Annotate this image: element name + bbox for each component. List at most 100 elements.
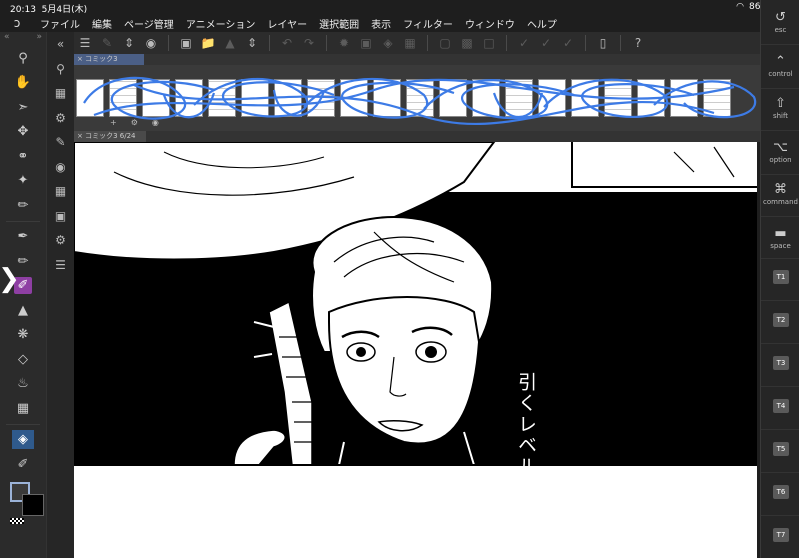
sidebar-toggle-icon[interactable]: ❯ (0, 248, 20, 310)
esc-key[interactable]: ↺ esc (761, 10, 799, 34)
canvas-tab-label: コミック3 6/24 (85, 132, 136, 140)
menu-animation[interactable]: アニメーション (180, 16, 262, 31)
help-icon[interactable]: ? (627, 33, 649, 53)
close-icon[interactable]: × (77, 55, 83, 63)
hand-tool-icon[interactable]: ✋ (0, 71, 46, 96)
layer-search-icon[interactable]: ⚙ (47, 228, 74, 253)
brush-size-icon[interactable]: ✎ (47, 130, 74, 155)
collapse-icon[interactable]: « (4, 32, 10, 46)
menu-page-management[interactable]: ページ管理 (118, 16, 180, 31)
hamburger-menu-icon[interactable]: ☰ (74, 33, 96, 53)
t5-key[interactable]: T5 (773, 442, 789, 456)
transform-icon[interactable]: ▦ (399, 33, 421, 53)
eyedropper-icon[interactable]: ✏ (0, 193, 46, 218)
check-layer-icon[interactable]: ✓ (557, 33, 579, 53)
command-toolbar: ☰ ✎ ⇕ ◉ ▣ 📁 ▲ ⇕ ↶ ↷ ✹ ▣ ◈ ▦ ▢ ▩ □ ✓ ✓ ✓ … (74, 32, 760, 54)
menu-file[interactable]: ファイル (34, 16, 86, 31)
t2-key[interactable]: T2 (773, 313, 789, 327)
navigator-icon[interactable]: ⚲ (47, 57, 74, 82)
move-layer-icon[interactable]: ✥ (0, 120, 46, 145)
shift-label: shift (772, 112, 789, 120)
loading-icon[interactable]: ✹ (333, 33, 355, 53)
invert-selection-icon[interactable]: ▩ (456, 33, 478, 53)
page-manager-tab[interactable]: × コミック3 (74, 54, 760, 65)
color-wheel-icon[interactable]: ◉ (47, 155, 74, 180)
chevron-up-icon: ⌃ (775, 54, 786, 69)
shift-arrow-icon: ⇧ (775, 96, 786, 111)
command-icon: ⌘ (774, 182, 787, 197)
control-key[interactable]: ⌃ control (761, 54, 799, 78)
layer-property-icon[interactable]: ▦ (47, 81, 74, 106)
sub-color-swatch[interactable] (22, 494, 44, 516)
new-icon[interactable]: ✎ (96, 33, 118, 53)
sort-icon[interactable]: ⇕ (241, 33, 263, 53)
open-folder-icon[interactable]: 📁 (197, 33, 219, 53)
t7-key[interactable]: T7 (773, 528, 789, 542)
undo-icon[interactable]: ↶ (276, 33, 298, 53)
canvas-tab[interactable]: × コミック3 6/24 (74, 131, 146, 142)
menu-help[interactable]: ヘルプ (521, 16, 563, 31)
save-icon[interactable]: ▲ (219, 33, 241, 53)
edge-keyboard: ↺ esc ⌃ control ⇧ shift ⌥ option ⌘ command ▬ s… (760, 0, 799, 558)
option-key[interactable]: ⌥ option (761, 140, 799, 164)
blend-icon[interactable]: ♨ (0, 372, 46, 397)
vector-icon[interactable]: ✐ (0, 452, 46, 477)
control-label: control (768, 70, 793, 78)
material-icon[interactable]: ▣ (47, 204, 74, 229)
clip-studio-icon[interactable]: ◉ (140, 33, 162, 53)
fill-icon[interactable]: ◈ (377, 33, 399, 53)
space-key[interactable]: ▬ space (761, 226, 799, 250)
toolbar-divider (620, 35, 621, 51)
layers-icon[interactable]: ☰ (47, 253, 74, 278)
crop-icon[interactable]: □ (478, 33, 500, 53)
color-set-icon[interactable]: ▦ (47, 179, 74, 204)
checkmark-icon[interactable]: ✓ (513, 33, 535, 53)
t4-key[interactable]: T4 (773, 399, 789, 413)
fill-tool-icon[interactable]: ◈ (0, 428, 46, 453)
menu-edit[interactable]: 編集 (86, 16, 118, 31)
command-key[interactable]: ⌘ command (761, 182, 799, 206)
lasso-icon[interactable]: ⚭ (0, 144, 46, 169)
transparent-color-swatch[interactable] (10, 518, 24, 524)
cmd-divider (761, 44, 799, 45)
menu-view[interactable]: 表示 (365, 16, 397, 31)
palette-collapse-icon[interactable]: « (47, 32, 74, 57)
shift-key[interactable]: ⇧ shift (761, 96, 799, 120)
menu-layer[interactable]: レイヤー (261, 16, 313, 31)
redo-icon[interactable]: ↷ (298, 33, 320, 53)
operation-tool-icon[interactable]: ➣ (0, 95, 46, 120)
color-swatches[interactable] (10, 482, 44, 524)
add-page-icon[interactable]: ▣ (175, 33, 197, 53)
drawing-canvas[interactable]: 引くレベル (74, 142, 757, 558)
clip-studio-logo-icon[interactable]: ↄ (0, 16, 34, 30)
menu-selection[interactable]: 選択範囲 (313, 16, 365, 31)
zoom-tool-icon[interactable]: ⚲ (0, 46, 46, 71)
cmd-divider (761, 216, 799, 217)
frame-icon[interactable]: ▦ (0, 396, 46, 421)
cmd-divider (761, 88, 799, 89)
close-icon[interactable]: × (77, 132, 83, 140)
clear-icon[interactable]: ▣ (355, 33, 377, 53)
t3-key[interactable]: T3 (773, 356, 789, 370)
option-icon: ⌥ (773, 140, 788, 155)
fill-active-indicator: ◈ (12, 430, 34, 450)
magic-wand-icon[interactable]: ✦ (0, 169, 46, 194)
decoration-icon[interactable]: ❋ (0, 323, 46, 348)
tool-divider (6, 423, 40, 425)
escape-icon: ↺ (775, 10, 786, 25)
menu-filter[interactable]: フィルター (397, 16, 459, 31)
cmd-divider (761, 300, 799, 301)
expand-icon[interactable]: » (36, 32, 42, 46)
deselect-icon[interactable]: ▢ (434, 33, 456, 53)
smartphone-icon[interactable]: ▯ (592, 33, 614, 53)
pen-icon[interactable]: ✒ (0, 225, 46, 250)
command-label: command (763, 198, 798, 206)
menu-window[interactable]: ウィンドウ (459, 16, 521, 31)
t1-key[interactable]: T1 (773, 270, 789, 284)
check-edit-icon[interactable]: ✓ (535, 33, 557, 53)
manga-artwork: 引くレベル (74, 142, 757, 558)
t6-key[interactable]: T6 (773, 485, 789, 499)
arrange-icon[interactable]: ⇕ (118, 33, 140, 53)
tool-property-icon[interactable]: ⚙ (47, 106, 74, 131)
eraser-icon[interactable]: ◇ (0, 347, 46, 372)
